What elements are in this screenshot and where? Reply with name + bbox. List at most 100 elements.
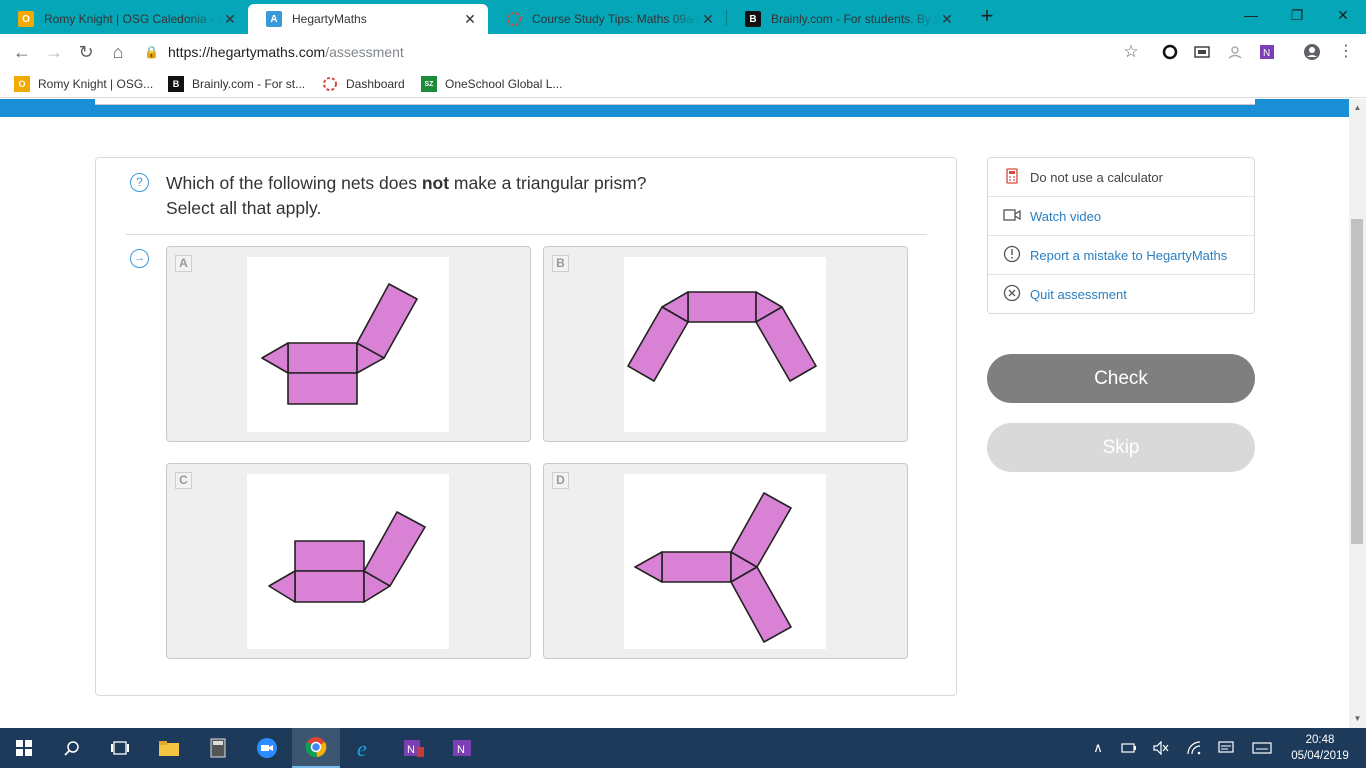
option-c[interactable]: C xyxy=(166,463,531,659)
net-face xyxy=(363,511,426,587)
restore-button[interactable]: ❐ xyxy=(1274,0,1320,30)
question-card: ? Which of the following nets does not m… xyxy=(95,157,957,696)
browser-tab-bar: O Romy Knight | OSG Caledonia - O ✕ A He… xyxy=(0,0,1366,34)
check-button[interactable]: Check xyxy=(987,354,1255,403)
reload-icon[interactable]: ↻ xyxy=(74,40,98,64)
clock-time: 20:48 xyxy=(1305,734,1335,746)
onenote-2016-icon[interactable]: N xyxy=(390,728,438,768)
sidebar-label: Watch video xyxy=(1030,208,1102,224)
lock-icon: 🔒 xyxy=(144,45,159,59)
task-view-icon[interactable] xyxy=(96,728,144,768)
system-clock[interactable]: 20:48 05/04/2019 xyxy=(1282,732,1358,764)
tab-course-study-tips[interactable]: Course Study Tips: Maths 09a/M ✕ xyxy=(488,4,726,34)
onenote-icon[interactable]: N xyxy=(439,728,487,768)
scroll-down-icon[interactable]: ▼ xyxy=(1349,712,1366,726)
bookmark-star-icon[interactable]: ☆ xyxy=(1120,40,1142,64)
chrome-app-icon[interactable] xyxy=(292,728,340,768)
input-indicator-icon[interactable] xyxy=(1214,728,1238,768)
bookmark-item[interactable]: O Romy Knight | OSG... xyxy=(14,75,153,93)
option-letter: B xyxy=(552,255,569,272)
oneschool-icon: SZ xyxy=(421,76,437,92)
close-tab-icon[interactable]: ✕ xyxy=(222,11,238,28)
browser-toolbar: ← → ↻ ⌂ 🔒 https://hegartymaths.com/asses… xyxy=(0,34,1366,70)
watch-video-link[interactable]: Watch video xyxy=(988,197,1254,236)
extension-circle-icon[interactable] xyxy=(1161,43,1179,61)
zoom-app-icon[interactable] xyxy=(243,728,291,768)
net-face xyxy=(661,551,732,583)
report-mistake-link[interactable]: Report a mistake to HegartyMaths xyxy=(988,236,1254,275)
account-sync-icon[interactable] xyxy=(1226,43,1244,61)
net-face xyxy=(627,306,689,382)
option-a[interactable]: A xyxy=(166,246,531,442)
net-a-image xyxy=(247,257,449,432)
question-instruction: Select all that apply. xyxy=(166,198,322,218)
keyboard-icon[interactable] xyxy=(1250,728,1274,768)
file-explorer-icon[interactable] xyxy=(145,728,193,768)
quit-assessment-link[interactable]: Quit assessment xyxy=(988,275,1254,314)
video-icon xyxy=(1002,208,1022,224)
close-window-button[interactable]: ✕ xyxy=(1320,0,1366,30)
option-letter: C xyxy=(175,472,192,489)
bookmark-item[interactable]: B Brainly.com - For st... xyxy=(168,75,305,93)
net-face xyxy=(755,306,817,382)
close-tab-icon[interactable]: ✕ xyxy=(700,11,716,28)
sidebar-label: Report a mistake to HegartyMaths xyxy=(1030,247,1228,263)
help-icon[interactable]: ? xyxy=(130,173,149,192)
tab-title: HegartyMaths xyxy=(292,12,367,26)
tab-title: Brainly.com - For students. By stu xyxy=(771,12,939,26)
battery-icon[interactable] xyxy=(1117,728,1141,768)
net-face xyxy=(268,570,296,603)
show-hidden-icons[interactable]: ∧ xyxy=(1086,728,1110,768)
close-circle-icon xyxy=(1002,284,1022,305)
home-icon[interactable]: ⌂ xyxy=(106,40,130,64)
close-tab-icon[interactable]: ✕ xyxy=(462,11,478,28)
svg-text:N: N xyxy=(407,744,415,756)
close-tab-icon[interactable]: ✕ xyxy=(939,11,955,28)
onenote-icon[interactable]: N xyxy=(1258,43,1276,61)
tab-romy-knight[interactable]: O Romy Knight | OSG Caledonia - O ✕ xyxy=(0,4,248,34)
calculator-app-icon[interactable] xyxy=(194,728,242,768)
hegartymaths-icon: A xyxy=(266,11,282,27)
page-scrollbar[interactable]: ▲ ▼ xyxy=(1349,99,1366,728)
scroll-up-icon[interactable]: ▲ xyxy=(1349,101,1366,115)
back-icon[interactable]: ← xyxy=(10,40,34,64)
bookmark-item[interactable]: SZ OneSchool Global L... xyxy=(421,75,562,93)
net-d-image xyxy=(624,474,826,649)
forward-icon[interactable]: → xyxy=(42,40,66,64)
menu-icon[interactable]: ⋮ xyxy=(1334,40,1358,64)
answer-arrow-icon: → xyxy=(130,249,149,268)
tab-brainly[interactable]: B Brainly.com - For students. By stu ✕ xyxy=(727,4,965,34)
url-path: /assessment xyxy=(325,44,404,60)
volume-muted-icon[interactable] xyxy=(1149,728,1173,768)
skip-button[interactable]: Skip xyxy=(987,423,1255,472)
net-face xyxy=(294,570,365,603)
net-c-image xyxy=(247,474,449,649)
net-face xyxy=(687,291,757,323)
new-tab-button[interactable]: + xyxy=(976,5,998,28)
svg-text:N: N xyxy=(457,744,465,756)
address-bar[interactable]: 🔒 https://hegartymaths.com/assessment xyxy=(140,38,1150,66)
profile-icon[interactable] xyxy=(1303,43,1321,61)
assessment-sidebar: Do not use a calculator Watch video Repo… xyxy=(987,157,1255,314)
scroll-thumb[interactable] xyxy=(1351,219,1363,544)
bookmark-label: Brainly.com - For st... xyxy=(192,77,306,91)
search-icon[interactable] xyxy=(48,728,96,768)
tab-title: Romy Knight | OSG Caledonia - O xyxy=(44,12,222,26)
tab-hegartymaths[interactable]: A HegartyMaths ✕ xyxy=(248,4,488,34)
minimize-button[interactable]: — xyxy=(1228,0,1274,30)
question-text-end: make a triangular prism? xyxy=(449,173,647,193)
option-d[interactable]: D xyxy=(543,463,908,659)
alert-icon xyxy=(1002,245,1022,266)
internet-explorer-icon[interactable]: e xyxy=(341,728,389,768)
clock-date: 05/04/2019 xyxy=(1291,750,1349,762)
option-letter: A xyxy=(175,255,192,272)
option-b[interactable]: B xyxy=(543,246,908,442)
cast-icon[interactable] xyxy=(1193,43,1211,61)
net-face xyxy=(261,342,289,374)
windows-start-icon[interactable] xyxy=(0,728,48,768)
sidebar-label: Quit assessment xyxy=(1030,287,1127,302)
wifi-icon[interactable] xyxy=(1182,728,1206,768)
bookmark-item[interactable]: Dashboard xyxy=(322,75,405,93)
outlook-icon: O xyxy=(18,11,34,27)
brainly-icon: B xyxy=(168,76,184,92)
